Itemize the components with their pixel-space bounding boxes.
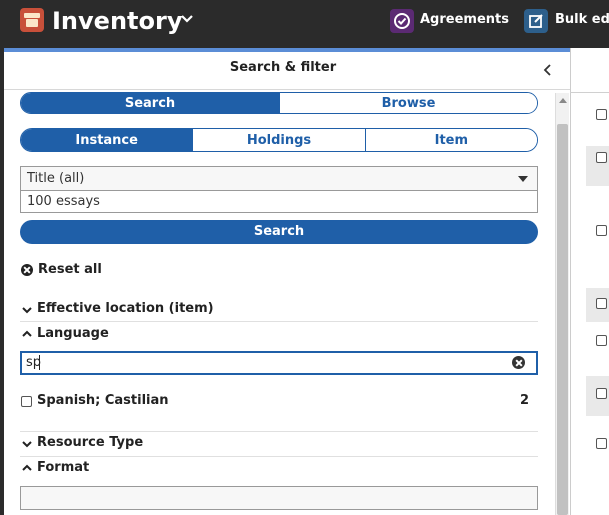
tab-holdings[interactable]: Holdings bbox=[192, 129, 365, 151]
tab-instance[interactable]: Instance bbox=[21, 129, 193, 151]
collapse-pane-icon[interactable] bbox=[540, 62, 556, 78]
app-title[interactable]: Inventory bbox=[52, 4, 182, 38]
row-checkbox[interactable] bbox=[596, 298, 607, 309]
agreements-icon[interactable] bbox=[390, 9, 414, 33]
chevron-down-icon[interactable] bbox=[21, 304, 33, 316]
search-index-select[interactable]: Title (all) bbox=[20, 166, 538, 190]
accordion-language[interactable]: Language bbox=[37, 325, 109, 343]
row-checkbox[interactable] bbox=[596, 388, 607, 399]
pane-header-divider bbox=[4, 89, 570, 90]
segment-toggle: Instance Holdings Item bbox=[20, 128, 538, 152]
format-filter-input[interactable] bbox=[20, 486, 538, 510]
inventory-app-icon[interactable] bbox=[20, 8, 44, 32]
accordion-divider bbox=[20, 431, 538, 432]
text-cursor bbox=[39, 355, 40, 370]
accordion-effective-location[interactable]: Effective location (item) bbox=[37, 300, 214, 318]
chevron-down-icon[interactable] bbox=[178, 10, 196, 28]
scrollbar-thumb[interactable] bbox=[557, 124, 568, 515]
agreements-link[interactable]: Agreements bbox=[420, 10, 509, 30]
tab-browse[interactable]: Browse bbox=[279, 93, 537, 113]
chevron-up-icon[interactable] bbox=[21, 462, 33, 474]
pane-title: Search & filter bbox=[229, 60, 337, 75]
row-checkbox[interactable] bbox=[596, 152, 607, 163]
search-query-input[interactable]: 100 essays bbox=[20, 190, 538, 213]
accordion-resource-type[interactable]: Resource Type bbox=[37, 434, 143, 452]
row-checkbox[interactable] bbox=[596, 335, 607, 346]
tab-search[interactable]: Search bbox=[21, 93, 279, 113]
reset-all-button[interactable]: Reset all bbox=[38, 261, 102, 279]
results-header-divider bbox=[570, 92, 609, 93]
chevron-down-icon[interactable] bbox=[21, 438, 33, 450]
accordion-divider bbox=[20, 456, 538, 457]
search-button[interactable]: Search bbox=[20, 220, 538, 244]
search-browse-toggle: Search Browse bbox=[20, 92, 538, 114]
scroll-up-arrow[interactable] bbox=[559, 98, 567, 103]
accordion-format[interactable]: Format bbox=[37, 459, 89, 477]
row-checkbox[interactable] bbox=[596, 225, 607, 236]
language-option-label[interactable]: Spanish; Castilian bbox=[37, 392, 169, 410]
accordion-divider bbox=[20, 321, 538, 322]
select-all-checkbox[interactable] bbox=[596, 109, 607, 120]
bulk-edit-link[interactable]: Bulk edi bbox=[555, 10, 609, 30]
checkbox-spanish-castilian[interactable] bbox=[21, 396, 32, 407]
tab-item[interactable]: Item bbox=[364, 129, 537, 151]
language-option-count: 2 bbox=[520, 393, 530, 408]
caret-down-icon[interactable] bbox=[518, 176, 528, 182]
chevron-up-icon[interactable] bbox=[21, 328, 33, 340]
clear-icon[interactable] bbox=[512, 356, 525, 369]
bulk-edit-icon[interactable] bbox=[524, 9, 548, 33]
row-checkbox[interactable] bbox=[596, 438, 607, 449]
language-filter-input[interactable]: sp bbox=[20, 351, 538, 375]
reset-icon[interactable] bbox=[21, 264, 33, 276]
